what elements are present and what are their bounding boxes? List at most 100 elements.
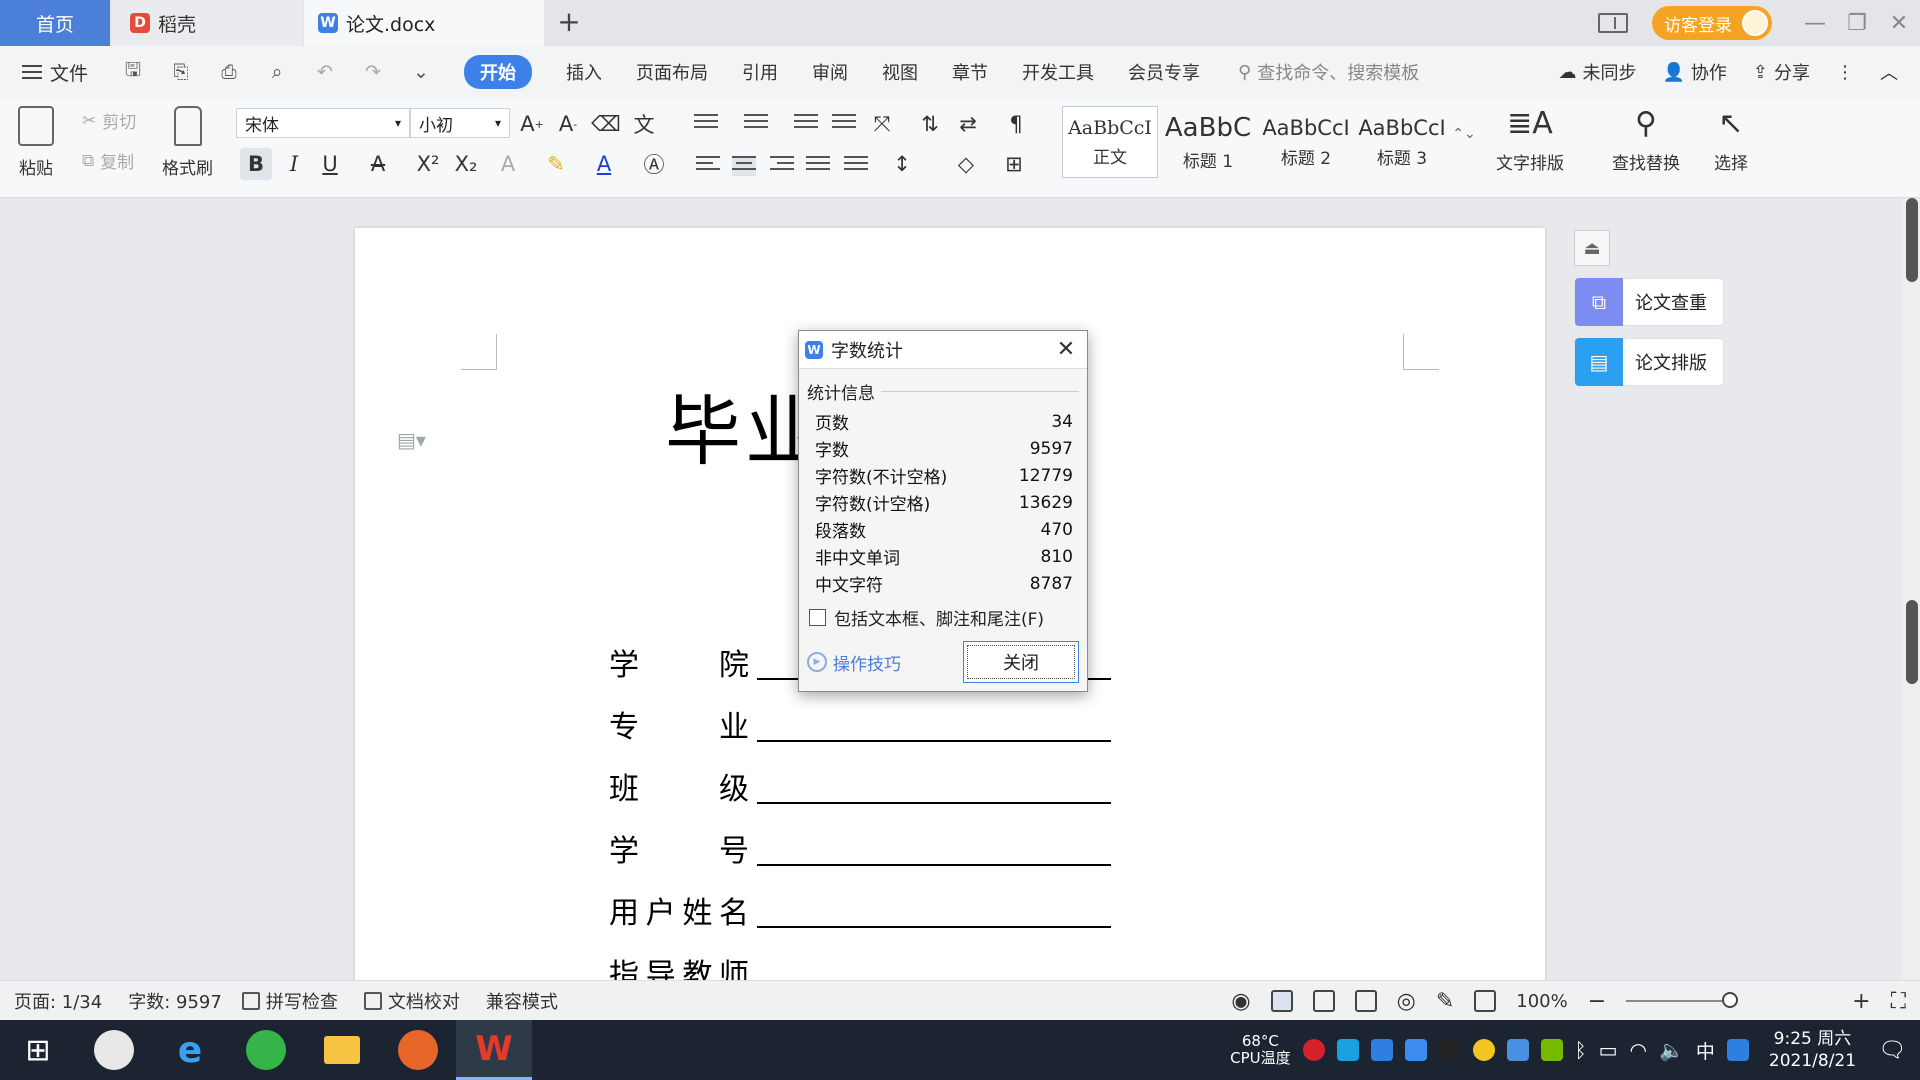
tab-member[interactable]: 会员专享 [1128,59,1200,85]
tab-home[interactable]: 首页 [0,0,110,46]
close-button[interactable]: 关闭 [963,641,1079,683]
dialog-close-icon[interactable]: ✕ [1053,337,1079,363]
taskbar-app-ie[interactable]: e [152,1020,228,1080]
shield-icon[interactable] [1404,1039,1427,1061]
bluetooth-icon[interactable]: ᛒ [1575,1038,1587,1062]
spell-check-button[interactable]: 拼写检查 [241,988,338,1014]
tab-references[interactable]: 引用 [742,59,778,85]
checkbox[interactable] [809,609,826,626]
taskbar-app-360[interactable] [228,1020,304,1080]
restore-icon[interactable]: ❐ [1836,0,1878,46]
more-icon[interactable]: ⋮ [1836,62,1854,83]
zoom-out-icon[interactable]: − [1588,989,1606,1014]
format-painter-button[interactable]: 格式刷 [162,106,213,179]
zoom-in-icon[interactable]: + [1852,989,1870,1014]
outline-view-icon[interactable] [1312,990,1335,1012]
line-spacing-icon[interactable]: ↕ [886,148,918,180]
align-right-icon[interactable] [770,156,794,176]
sort-icon[interactable]: ⇅ [914,108,946,140]
qq-icon[interactable] [1438,1039,1461,1061]
dialog-titlebar[interactable]: W 字数统计 [799,331,1087,369]
print-preview-icon[interactable]: ⌕ [264,59,290,85]
fullscreen-icon[interactable]: ⛶ [1891,989,1906,1014]
shrink-font-icon[interactable]: A- [552,108,584,140]
collab-button[interactable]: 👤 协作 [1662,59,1726,85]
tray-app-icon[interactable] [1302,1039,1325,1061]
tips-link[interactable]: ▶ 操作技巧 [807,650,901,675]
bullet-list-icon[interactable] [694,114,718,134]
minimize-icon[interactable]: — [1794,0,1836,46]
scroll-thumb-top[interactable] [1906,198,1918,282]
paper-check-button[interactable]: ⧉ 论文查重 [1574,278,1724,326]
tray-app-icon[interactable] [1506,1039,1529,1061]
tab-chapter[interactable]: 章节 [952,59,988,85]
style-heading-2[interactable]: AaBbCcI 标题 2 [1258,106,1354,178]
vertical-scrollbar[interactable] [1902,198,1920,1020]
redo-icon[interactable]: ↷ [360,59,386,85]
collapse-ribbon-icon[interactable]: ︿ [1880,59,1898,85]
chinese-layout-icon[interactable]: ⤧ [866,108,898,140]
taskbar-app-game[interactable] [380,1020,456,1080]
tab-insert[interactable]: 插入 [566,59,602,85]
eye-protect-icon[interactable]: ◉ [1231,989,1250,1014]
tab-daoke[interactable]: D 稻壳 [112,0,302,46]
styles-scroll-icon[interactable]: ⌃⌄ [1448,118,1480,150]
distributed-icon[interactable] [844,156,868,176]
italic-button[interactable]: I [278,148,310,180]
volume-icon[interactable]: 🔈 [1659,1038,1684,1062]
text-layout-button[interactable]: ≣A 文字排版 [1496,106,1564,174]
zoom-level[interactable]: 100% [1516,991,1567,1012]
numbered-list-icon[interactable] [744,114,768,134]
subscript-button[interactable]: X₂ [450,148,482,180]
word-count-indicator[interactable]: 字数: 9597 [128,988,222,1014]
justify-icon[interactable] [806,156,830,176]
paste-button[interactable]: 粘贴 [18,106,54,179]
tab-start[interactable]: 开始 [464,55,533,89]
strikethrough-button[interactable]: A [362,148,394,180]
pinyin-icon[interactable]: 文 [628,108,660,140]
web-view-icon[interactable]: ◎ [1397,989,1416,1014]
borders-icon[interactable]: ⊞ [998,148,1030,180]
text-direction-icon[interactable]: ⇄ [952,108,984,140]
share-button[interactable]: ⇪ 分享 [1753,59,1810,85]
read-view-icon[interactable] [1354,990,1377,1012]
tray-app-icon[interactable] [1336,1039,1359,1061]
tab-page-layout[interactable]: 页面布局 [636,59,708,85]
clock[interactable]: 9:25 周六 2021/8/21 [1769,1028,1856,1072]
scroll-thumb[interactable] [1906,600,1918,684]
write-mode-icon[interactable]: ✎ [1436,989,1454,1014]
font-color-icon[interactable]: A [588,148,620,180]
style-heading-3[interactable]: AaBbCcI 标题 3 [1354,106,1450,178]
clear-format-icon[interactable]: ⌫ [590,108,622,140]
customize-dropdown-icon[interactable]: ⌄ [408,59,434,85]
battery-icon[interactable]: ▭ [1599,1038,1618,1062]
paragraph-menu-icon[interactable]: ▤▾ [397,428,426,452]
page-indicator[interactable]: 页面: 1/34 [14,988,102,1014]
print-icon[interactable]: ⎙ [216,59,242,85]
select-button[interactable]: ↖ 选择 [1714,106,1748,174]
layout-icon[interactable] [1598,13,1628,33]
copy-button[interactable]: ⧉ 复制 [82,148,134,174]
tray-app-icon[interactable] [1472,1039,1495,1061]
show-marks-icon[interactable]: ¶ [1000,108,1032,140]
taskbar-app-explorer[interactable] [304,1020,380,1080]
close-window-icon[interactable]: ✕ [1878,0,1920,46]
wifi-icon[interactable]: ◠ [1630,1038,1647,1062]
sync-button[interactable]: ☁ 未同步 [1558,59,1636,85]
new-tab-button[interactable]: + [552,6,586,40]
ime-indicator[interactable]: 中 [1696,1037,1715,1064]
style-heading-1[interactable]: AaBbC 标题 1 [1160,106,1256,178]
grow-font-icon[interactable]: A + [516,108,548,140]
shading-icon[interactable]: ◇ [950,148,982,180]
align-left-icon[interactable] [696,156,720,176]
taskbar-app-wps[interactable]: W [456,1020,532,1080]
proofread-button[interactable]: 文档校对 [363,988,460,1014]
bold-button[interactable]: B [240,148,272,180]
tab-view[interactable]: 视图 [882,59,918,85]
increase-indent-icon[interactable] [832,114,856,134]
tray-app-icon[interactable] [1726,1039,1749,1061]
decrease-indent-icon[interactable] [794,114,818,134]
text-effect-icon[interactable]: A [492,148,524,180]
find-replace-button[interactable]: ⚲ 查找替换 [1612,106,1680,174]
export-icon[interactable]: ⎘ [168,59,194,85]
